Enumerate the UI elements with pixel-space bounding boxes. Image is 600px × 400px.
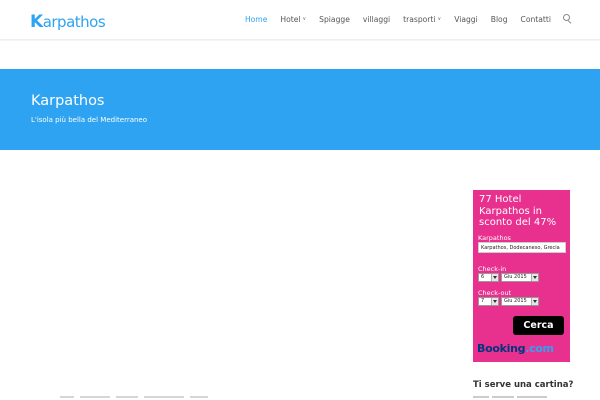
- nav-item-villaggi[interactable]: villaggi: [363, 15, 390, 24]
- site-header: Karpathos Home Hotel ∨ Spiagge villaggi …: [0, 0, 600, 40]
- nav-item-label: Contatti: [520, 14, 551, 24]
- destination-label: Karpathos: [478, 234, 511, 242]
- checkout-day-select[interactable]: 7: [478, 297, 499, 306]
- nav-item-label: Blog: [490, 14, 508, 24]
- checkout-month-select[interactable]: Giu 2015: [501, 297, 539, 306]
- chevron-down-icon: [491, 298, 498, 305]
- checkin-label: Check-in: [478, 265, 507, 273]
- sidebar-heading: Ti serve una cartina?: [473, 380, 574, 390]
- chevron-down-icon: [491, 274, 498, 281]
- search-icon-handle: [567, 20, 572, 24]
- booking-logo[interactable]: Booking.com: [477, 342, 554, 355]
- chevron-down-icon: ∨: [302, 16, 307, 22]
- booking-widget: 77 Hotel Karpathos in sconto del 47% Kar…: [473, 190, 570, 362]
- checkin-month-select[interactable]: Giu 2015: [501, 273, 539, 282]
- checkout-month-value: Giu 2015: [504, 298, 527, 304]
- nav-item-contatti[interactable]: Contatti: [521, 15, 551, 24]
- checkin-day-select[interactable]: 6: [478, 273, 499, 282]
- booking-logo-main: Booking: [477, 342, 526, 355]
- logo-text: arpathos: [42, 13, 106, 31]
- checkout-day-value: 7: [481, 298, 485, 304]
- nav-item-home[interactable]: Home: [245, 15, 267, 24]
- chevron-down-icon: ∨: [437, 16, 442, 22]
- page-title: Karpathos: [31, 93, 105, 109]
- search-button[interactable]: Cerca: [513, 316, 564, 335]
- nav-item-label: trasporti: [403, 14, 436, 24]
- page-subtitle: L'isola più bella del Mediterraneo: [31, 116, 148, 124]
- widget-title: 77 Hotel Karpathos in sconto del 47%: [479, 194, 557, 228]
- nav-item-label: Home: [244, 14, 268, 24]
- nav-item-label: Spiagge: [319, 14, 350, 24]
- search-icon[interactable]: [563, 14, 572, 24]
- destination-input[interactable]: Karpathos, Dodecaneso, Grecia: [478, 242, 566, 253]
- main-content-cutoff: [60, 396, 360, 400]
- checkout-label: Check-out: [478, 289, 512, 297]
- nav-item-blog[interactable]: Blog: [491, 15, 508, 24]
- chevron-down-icon: [531, 274, 538, 281]
- nav-item-label: Hotel: [280, 14, 301, 24]
- site-logo[interactable]: Karpathos: [30, 12, 106, 32]
- checkin-day-value: 6: [481, 274, 485, 280]
- hero-banner: [0, 69, 600, 150]
- nav-item-spiagge[interactable]: Spiagge: [319, 15, 350, 24]
- nav-item-trasporti[interactable]: trasporti ∨: [403, 15, 441, 24]
- sidebar-text-cutoff: [473, 396, 563, 400]
- main-navigation: Home Hotel ∨ Spiagge villaggi trasporti …: [232, 14, 572, 24]
- nav-item-label: Viaggi: [454, 14, 478, 24]
- logo-initial: K: [30, 12, 43, 32]
- booking-logo-suffix: .com: [525, 342, 554, 355]
- checkin-month-value: Giu 2015: [504, 274, 527, 280]
- nav-item-viaggi[interactable]: Viaggi: [454, 15, 478, 24]
- nav-item-label: villaggi: [362, 14, 391, 24]
- nav-item-hotel[interactable]: Hotel ∨: [280, 15, 306, 24]
- chevron-down-icon: [531, 298, 538, 305]
